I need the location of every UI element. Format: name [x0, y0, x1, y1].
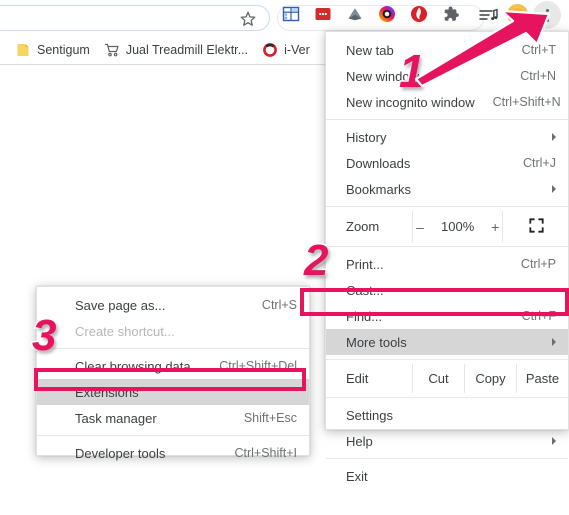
menu-item-cast[interactable]: Cast... — [326, 277, 568, 303]
menu-item-label: Cast... — [346, 282, 384, 298]
fullscreen-button[interactable] — [503, 211, 569, 242]
menu-row-edit: Edit Cut Copy Paste — [326, 364, 568, 393]
chevron-right-icon — [552, 338, 556, 346]
menu-item-shortcut: Ctrl+S — [261, 298, 297, 312]
menu-item-label: New tab — [346, 42, 394, 58]
zoom-label: Zoom — [346, 219, 380, 234]
menu-dot — [545, 13, 549, 17]
menu-item-downloads[interactable]: Downloads Ctrl+J — [326, 150, 568, 176]
menu-item-shortcut: Ctrl+F — [521, 309, 556, 323]
menu-separator — [326, 119, 568, 120]
page-icon — [15, 42, 31, 58]
menu-item-label: Downloads — [346, 155, 411, 171]
menu-item-bookmarks[interactable]: Bookmarks — [326, 176, 568, 202]
menu-item-history[interactable]: History — [326, 124, 568, 150]
more-tools-submenu: Save page as... Ctrl+S Create shortcut..… — [36, 286, 310, 461]
submenu-item-clear-browsing-data[interactable]: Clear browsing data... Ctrl+Shift+Del — [37, 353, 309, 379]
menu-item-label: Settings — [346, 407, 393, 423]
menu-separator — [326, 359, 568, 360]
menu-item-find[interactable]: Find... Ctrl+F — [326, 303, 568, 329]
zoom-level-value: 100% — [441, 219, 475, 234]
menu-item-new-tab[interactable]: New tab Ctrl+T — [326, 37, 568, 63]
submenu-item-task-manager[interactable]: Task manager Shift+Esc — [37, 405, 309, 431]
menu-item-label: New incognito window — [346, 94, 475, 110]
menu-row-zoom: Zoom – 100% + — [326, 211, 568, 242]
menu-separator — [326, 206, 568, 207]
menu-item-shortcut: Ctrl+J — [523, 156, 556, 170]
kite-extension-icon[interactable] — [345, 4, 364, 23]
submenu-item-developer-tools[interactable]: Developer tools Ctrl+Shift+I — [37, 440, 309, 466]
menu-item-label: New window — [346, 68, 419, 84]
menu-item-shortcut: Ctrl+N — [520, 69, 556, 83]
menu-item-label: Create shortcut... — [75, 323, 175, 339]
menu-item-label: More tools — [346, 334, 407, 350]
menu-item-label: Extensions — [75, 384, 139, 400]
menu-item-settings[interactable]: Settings — [326, 402, 568, 428]
shopping-cart-icon — [104, 42, 120, 58]
puzzle-extensions-icon[interactable] — [441, 4, 460, 23]
fullscreen-icon — [529, 217, 544, 236]
menu-item-more-tools[interactable]: More tools — [326, 329, 568, 355]
media-list-icon[interactable] — [478, 5, 499, 24]
bookmark-label: Jual Treadmill Elektr... — [125, 43, 249, 57]
paste-button[interactable]: Paste — [516, 364, 568, 393]
menu-item-label: Find... — [346, 308, 383, 324]
menu-item-shortcut: Ctrl+P — [520, 257, 556, 271]
menu-separator — [326, 458, 568, 459]
menu-item-shortcut: Ctrl+Shift+I — [234, 446, 297, 460]
address-bar[interactable] — [0, 5, 270, 31]
chevron-right-icon — [552, 437, 556, 445]
menu-separator — [326, 246, 568, 247]
menu-separator — [326, 397, 568, 398]
edit-label: Edit — [346, 371, 369, 386]
submenu-item-create-shortcut: Create shortcut... — [37, 318, 309, 344]
menu-item-print[interactable]: Print... Ctrl+P — [326, 251, 568, 277]
zoom-out-button[interactable]: – — [413, 219, 427, 235]
red-ring-icon — [262, 42, 278, 58]
bookmark-item[interactable]: i-Ver — [255, 40, 317, 60]
bookmark-star-icon[interactable] — [239, 10, 257, 28]
red-box-extension-icon[interactable] — [313, 4, 332, 23]
menu-dot — [545, 18, 549, 22]
chevron-right-icon — [552, 185, 556, 193]
bookmark-label: Sentigum — [37, 43, 90, 57]
profile-avatar[interactable] — [507, 4, 528, 25]
menu-item-exit[interactable]: Exit — [326, 463, 568, 489]
menu-item-label: Print... — [346, 256, 384, 272]
submenu-item-save-page-as[interactable]: Save page as... Ctrl+S — [37, 292, 309, 318]
copy-button[interactable]: Copy — [464, 364, 516, 393]
menu-item-new-window[interactable]: New window Ctrl+N — [326, 63, 568, 89]
camera-extension-icon[interactable] — [377, 4, 396, 23]
opera-extension-icon[interactable] — [409, 4, 428, 23]
menu-item-label: Bookmarks — [346, 181, 412, 197]
menu-item-label: Help — [346, 433, 373, 449]
menu-separator — [37, 348, 309, 349]
menu-item-label: Task manager — [75, 410, 157, 426]
menu-item-label: Developer tools — [75, 445, 166, 461]
chrome-main-menu: New tab Ctrl+T New window Ctrl+N New inc… — [325, 31, 569, 484]
chevron-right-icon — [552, 133, 556, 141]
submenu-item-extensions[interactable]: Extensions — [37, 379, 309, 405]
bookmark-item[interactable]: Sentigum — [8, 40, 97, 60]
cut-button[interactable]: Cut — [412, 364, 464, 393]
zoom-in-button[interactable]: + — [488, 219, 502, 235]
menu-item-help[interactable]: Help — [326, 428, 568, 454]
bookmark-item[interactable]: Jual Treadmill Elektr... — [97, 40, 255, 60]
menu-separator — [37, 435, 309, 436]
menu-item-new-incognito-window[interactable]: New incognito window Ctrl+Shift+N — [326, 89, 568, 115]
menu-item-shortcut: Ctrl+Shift+Del — [219, 359, 297, 373]
grid-extension-icon[interactable] — [281, 4, 300, 23]
zoom-controls: – 100% + — [412, 211, 504, 242]
menu-item-shortcut: Ctrl+T — [521, 43, 556, 57]
menu-item-label: History — [346, 129, 387, 145]
menu-item-shortcut: Shift+Esc — [243, 411, 297, 425]
menu-item-shortcut: Ctrl+Shift+N — [492, 95, 561, 109]
menu-item-label: Exit — [346, 468, 368, 484]
menu-dot — [545, 8, 549, 12]
bookmark-label: i-Ver — [284, 43, 310, 57]
chrome-menu-button[interactable] — [533, 1, 561, 29]
menu-item-label: Save page as... — [75, 297, 166, 313]
menu-item-label: Clear browsing data... — [75, 358, 202, 374]
